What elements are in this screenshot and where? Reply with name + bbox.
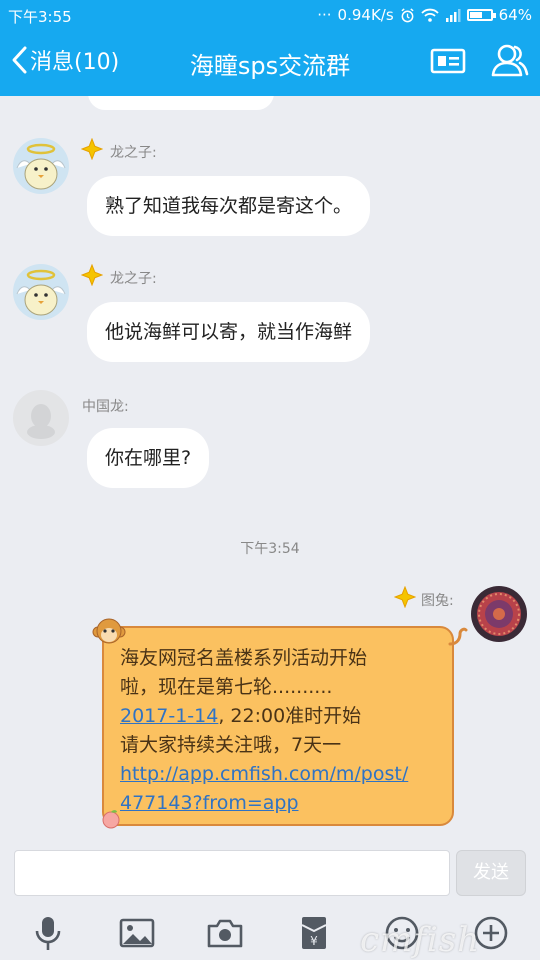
group-members-button[interactable] [490,42,530,82]
sender-name: 图兔: [421,593,454,609]
wifi-icon [421,8,439,22]
status-right: ··· 0.94K/s 64% [317,6,532,24]
emoji-icon [385,916,419,950]
message-input[interactable] [14,850,450,896]
avatar[interactable] [13,264,69,320]
status-time: 下午3:55 [8,8,72,26]
bubble-line: http://app.cmfish.com/m/post/ [120,760,438,789]
nav-bar: 消息(10) 海瞳sps交流群 [0,30,540,96]
sender-name: 龙之子: [110,271,157,287]
camera-button[interactable] [205,914,245,952]
more-button[interactable] [471,914,511,952]
message-timestamp: 下午3:54 [240,541,300,557]
plus-icon [474,916,508,950]
back-button[interactable]: 消息(10) [10,44,119,76]
default-user-avatar-icon [13,390,69,446]
group-info-button[interactable] [430,46,466,80]
vip-badge-icon [394,586,416,608]
monkey-decoration-icon [92,618,126,644]
bubble-line: 请大家持续关注哦，7天一 [120,734,342,756]
angel-chick-avatar-icon [13,138,69,194]
signal-icon [445,8,461,22]
camera-icon [207,919,243,948]
vip-badge-icon [81,138,103,160]
vip-badge-icon [81,264,103,286]
date-link[interactable]: 2017-1-14 [120,705,218,727]
url-link-continued[interactable]: 477143?from=app [120,792,299,814]
avatar[interactable] [13,138,69,194]
image-button[interactable] [117,914,157,952]
avatar[interactable] [471,586,527,642]
id-card-icon [430,48,466,74]
chevron-left-icon [12,46,27,74]
chat-area[interactable]: 龙之子: 熟了知道我每次都是寄这个。 龙之子: 他说海鲜可以寄，就当作海鲜 中国… [0,96,540,840]
red-packet-button[interactable]: ¥ [294,914,334,952]
status-dots: ··· [317,6,332,24]
url-link[interactable]: http://app.cmfish.com/m/post/ [120,763,408,785]
bubble-line: 477143?from=app [120,789,438,818]
message-bubble-partial[interactable] [88,96,274,110]
coral-avatar-icon [471,586,527,642]
bubble-line: 啦，现在是第七轮.......... [120,676,333,698]
sender-name: 中国龙: [82,399,129,415]
angel-chick-avatar-icon [13,264,69,320]
outgoing-message-bubble[interactable]: 海友网冠名盖楼系列活动开始 啦，现在是第七轮.......... 2017-1-… [102,626,454,826]
bubble-line: 2017-1-14, 22:00准时开始 [120,702,438,731]
peach-decoration-icon [102,810,120,829]
voice-button[interactable] [28,914,68,952]
sender-name: 龙之子: [110,145,157,161]
battery-percent: 64% [498,6,532,24]
group-members-icon [491,44,529,77]
battery-fill [469,12,482,18]
image-icon [119,918,155,948]
input-toolbar: ¥ [0,904,540,960]
microphone-icon [35,917,61,950]
battery-icon [466,9,496,21]
network-speed: 0.94K/s [337,6,394,24]
bubble-line: 海友网冠名盖楼系列活动开始 [120,647,368,669]
svg-text:¥: ¥ [310,934,318,948]
emoji-button[interactable] [382,914,422,952]
message-bubble[interactable]: 他说海鲜可以寄，就当作海鲜 [87,302,371,362]
back-label: 消息(10) [30,50,120,75]
status-bar: 下午3:55 ··· 0.94K/s 64% [0,0,540,30]
avatar[interactable] [13,390,69,446]
red-packet-icon: ¥ [301,917,327,949]
send-button[interactable]: 发送 [456,850,526,896]
message-bubble[interactable]: 熟了知道我每次都是寄这个。 [87,176,371,236]
input-row: 发送 [0,840,540,904]
bubble-text: , 22:00准时开始 [218,705,362,727]
message-bubble[interactable]: 你在哪里? [87,428,210,488]
tail-decoration-icon [448,627,468,646]
alarm-icon [401,7,414,22]
